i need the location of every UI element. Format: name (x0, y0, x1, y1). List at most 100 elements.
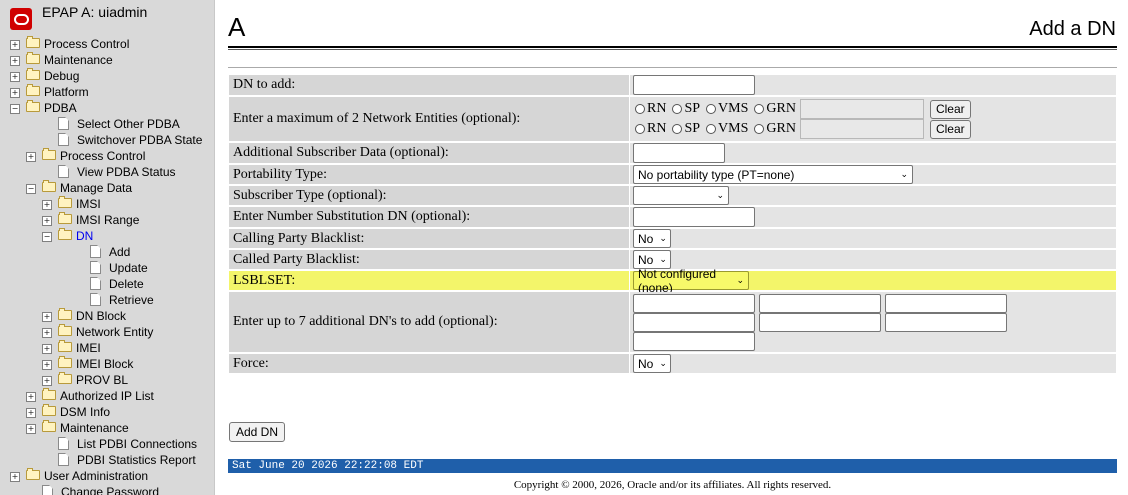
expand-icon[interactable]: + (26, 152, 36, 162)
portability-type-label: Portability Type: (229, 165, 629, 184)
document-icon (58, 453, 69, 466)
ne1-radio-rn[interactable] (635, 104, 645, 114)
additional-dn-input-5[interactable] (759, 312, 881, 332)
number-substitution-input[interactable] (633, 207, 755, 227)
sidebar-item[interactable]: Switchover PDBA State (0, 132, 214, 148)
sidebar-item[interactable]: + DN Block (0, 308, 214, 324)
additional-dn-input-3[interactable] (885, 293, 1007, 313)
sidebar-item[interactable]: + IMSI Range (0, 212, 214, 228)
row-calling-party-blacklist: Calling Party Blacklist: No ⌄ (229, 229, 1116, 248)
expand-icon[interactable]: + (10, 56, 20, 66)
sidebar-item[interactable]: + IMEI (0, 340, 214, 356)
sidebar-item[interactable]: + IMEI Block (0, 356, 214, 372)
called-party-blacklist-value: No (638, 252, 654, 267)
expand-icon[interactable]: + (42, 200, 52, 210)
document-icon (90, 293, 101, 306)
sidebar-item[interactable]: + Maintenance (0, 420, 214, 436)
sidebar-item-label: Maintenance (60, 421, 129, 435)
sidebar-item[interactable]: Retrieve (0, 292, 214, 308)
expand-icon[interactable]: + (42, 376, 52, 386)
portability-type-select[interactable]: No portability type (PT=none) ⌄ (633, 165, 913, 184)
sidebar-item[interactable]: − Manage Data (0, 180, 214, 196)
additional-dn-input-1[interactable] (633, 293, 755, 313)
add-dn-button[interactable]: Add DN (229, 422, 286, 442)
sidebar-item[interactable]: + IMSI (0, 196, 214, 212)
sidebar-item[interactable]: Change Password (0, 484, 214, 495)
expand-icon[interactable]: + (42, 344, 52, 354)
ne2-clear-button[interactable]: Clear (929, 119, 971, 139)
ne2-radio-vms[interactable] (706, 124, 717, 134)
sidebar-item[interactable]: + Network Entity (0, 324, 214, 340)
expand-icon[interactable]: + (26, 408, 36, 418)
lsblset-select[interactable]: Not configured (none) ⌄ (633, 267, 749, 295)
sidebar-item[interactable]: + Maintenance (0, 52, 214, 68)
calling-party-blacklist-value: No (638, 231, 654, 246)
sidebar-item[interactable]: + Process Control (0, 36, 214, 52)
sidebar-header: EPAP A: uiadmin (0, 0, 214, 36)
folder-icon (26, 84, 40, 96)
calling-party-blacklist-select[interactable]: No ⌄ (633, 229, 671, 248)
sidebar-item[interactable]: − PDBA (0, 100, 214, 116)
chevron-down-icon: ⌄ (736, 275, 744, 286)
additional-dn-input-7[interactable] (633, 331, 755, 351)
ne2-radio-rn[interactable] (635, 124, 645, 134)
ne1-radio-grn[interactable] (754, 104, 765, 114)
lsblset-label: LSBLSET: (229, 271, 629, 290)
sidebar-item[interactable]: Delete (0, 276, 214, 292)
called-party-blacklist-label: Called Party Blacklist: (229, 250, 629, 269)
sidebar-item-label: Update (109, 261, 148, 275)
expand-icon[interactable]: + (42, 360, 52, 370)
sidebar-item[interactable]: View PDBA Status (0, 164, 214, 180)
expand-icon[interactable]: + (10, 472, 20, 482)
sidebar-item-label: View PDBA Status (77, 165, 176, 179)
dn-to-add-input[interactable] (633, 75, 755, 95)
folder-icon (58, 324, 72, 336)
folder-icon (26, 36, 40, 48)
subscriber-type-select[interactable]: ⌄ (633, 186, 729, 205)
sidebar-item[interactable]: PDBI Statistics Report (0, 452, 214, 468)
additional-dn-input-6[interactable] (885, 312, 1007, 332)
sidebar-item[interactable]: + DSM Info (0, 404, 214, 420)
folder-icon (26, 52, 40, 64)
sidebar-item-label: Network Entity (76, 325, 154, 339)
additional-dn-input-2[interactable] (759, 293, 881, 313)
sidebar-item[interactable]: List PDBI Connections (0, 436, 214, 452)
ne2-radio-grn[interactable] (754, 124, 765, 134)
sidebar-item[interactable]: + Debug (0, 68, 214, 84)
expand-icon[interactable]: + (10, 40, 20, 50)
expand-icon[interactable]: + (10, 72, 20, 82)
additional-dn-input-4[interactable] (633, 312, 755, 332)
sidebar-item[interactable]: + Process Control (0, 148, 214, 164)
expand-icon[interactable]: + (26, 392, 36, 402)
collapse-icon[interactable]: − (42, 232, 52, 242)
collapse-icon[interactable]: − (10, 104, 20, 114)
collapse-icon[interactable]: − (26, 184, 36, 194)
expand-icon[interactable]: + (42, 216, 52, 226)
ne1-radio-vms[interactable] (706, 104, 717, 114)
sidebar-item[interactable]: − DN (0, 228, 214, 244)
sidebar-item[interactable]: Update (0, 260, 214, 276)
expand-icon[interactable]: + (42, 328, 52, 338)
ne1-value-input[interactable] (799, 99, 924, 119)
expand-icon[interactable]: + (26, 424, 36, 434)
expand-icon[interactable]: + (42, 312, 52, 322)
sidebar-item[interactable]: Add (0, 244, 214, 260)
ne2-value-input[interactable] (799, 119, 924, 139)
sidebar-item-label: IMSI Range (76, 213, 140, 227)
sidebar-item[interactable]: + Authorized IP List (0, 388, 214, 404)
sidebar-item[interactable]: + Platform (0, 84, 214, 100)
folder-icon (26, 68, 40, 80)
additional-subscriber-data-input[interactable] (633, 143, 725, 163)
title-divider (228, 46, 1117, 48)
sidebar-item[interactable]: + User Administration (0, 468, 214, 484)
ne1-clear-button[interactable]: Clear (929, 99, 971, 119)
force-select[interactable]: No ⌄ (633, 354, 671, 373)
copyright-notice: Copyright © 2000, 2026, Oracle and/or it… (513, 479, 832, 491)
sidebar-item-label: Change Password (61, 485, 160, 495)
number-substitution-label: Enter Number Substitution DN (optional): (229, 207, 629, 227)
sidebar-item[interactable]: + PROV BL (0, 372, 214, 388)
ne1-radio-sp[interactable] (672, 104, 683, 114)
ne2-radio-sp[interactable] (672, 124, 683, 134)
expand-icon[interactable]: + (10, 88, 20, 98)
sidebar-item[interactable]: Select Other PDBA (0, 116, 214, 132)
